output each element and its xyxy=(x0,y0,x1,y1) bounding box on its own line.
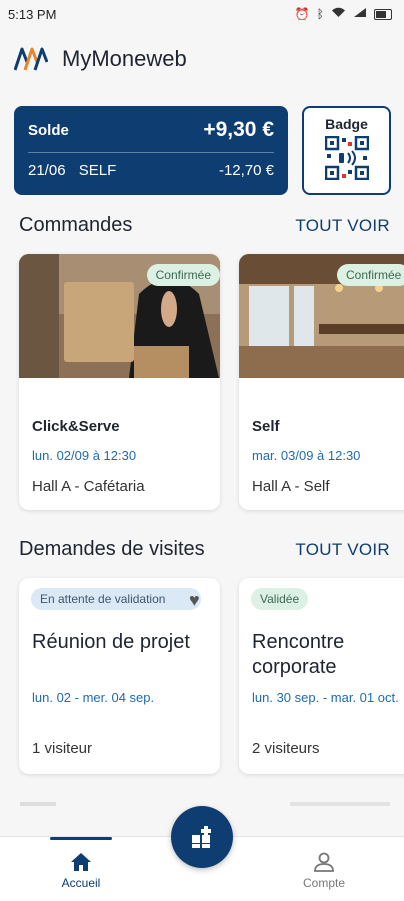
heart-icon[interactable]: ♥ xyxy=(189,590,200,611)
bluetooth-icon: ᛒ xyxy=(316,7,324,21)
order-status-badge: Confirmée xyxy=(337,264,404,286)
visits-see-all-link[interactable]: TOUT VOIR xyxy=(295,540,390,560)
orders-section-title: Commandes xyxy=(19,214,133,236)
nav-account-label: Compte xyxy=(302,876,346,890)
visit-status-badge: Validée xyxy=(251,588,309,610)
app-header: MyMoneweb xyxy=(14,46,187,72)
nav-home-label: Accueil xyxy=(61,876,101,890)
order-photo: Confirmée xyxy=(239,254,404,378)
nav-active-indicator xyxy=(50,837,112,840)
wifi-icon xyxy=(331,7,346,21)
status-bar: 5:13 PM ⏰ ᛒ xyxy=(0,0,404,28)
last-transaction-date: 21/06 xyxy=(28,162,66,179)
add-widget-icon xyxy=(192,826,211,848)
order-place: Hall A - Self xyxy=(252,478,330,495)
last-transaction-label: SELF xyxy=(78,162,117,179)
order-date: lun. 02/09 à 12:30 xyxy=(32,448,137,463)
visit-title: Rencontre corporate xyxy=(252,631,345,678)
visits-section-title: Demandes de visites xyxy=(19,538,205,560)
orders-see-all-link[interactable]: TOUT VOIR xyxy=(295,216,390,236)
status-icons: ⏰ ᛒ xyxy=(295,7,392,21)
nav-item-account[interactable]: Compte xyxy=(274,837,374,890)
home-icon xyxy=(71,853,91,871)
visit-title: Réunion de projet xyxy=(32,631,190,653)
badge-button[interactable]: Badge xyxy=(302,106,391,195)
order-card[interactable]: Confirmée Self mar. 03/09 à 12:30 Hall A… xyxy=(239,254,404,510)
battery-icon xyxy=(374,8,392,20)
visit-date: lun. 02 - mer. 04 sep. xyxy=(32,690,155,705)
visit-status-badge: En attente de validation xyxy=(31,588,201,610)
signal-icon xyxy=(353,7,367,21)
alarm-icon: ⏰ xyxy=(294,7,310,21)
qr-nfc-icon xyxy=(324,135,369,181)
badge-label: Badge xyxy=(325,116,368,132)
visit-date: lun. 30 sep. - mar. 01 oct. xyxy=(252,690,399,705)
order-card[interactable]: Confirmée Click&Serve lun. 02/09 à 12:30… xyxy=(19,254,220,510)
balance-divider xyxy=(28,152,274,153)
visit-count: 1 visiteur xyxy=(32,740,93,757)
order-status-badge: Confirmée xyxy=(146,264,220,286)
order-date: mar. 03/09 à 12:30 xyxy=(252,448,361,463)
user-icon xyxy=(314,852,334,872)
balance-label: Solde xyxy=(28,121,69,139)
dashboard-fab-button[interactable] xyxy=(171,806,233,868)
balance-amount: +9,30 € xyxy=(203,118,274,141)
order-photo: Confirmée xyxy=(19,254,220,378)
app-logo-icon xyxy=(14,47,48,71)
visit-card[interactable]: Validée Rencontre corporate lun. 30 sep.… xyxy=(239,578,404,774)
order-place: Hall A - Cafétaria xyxy=(32,478,145,495)
visit-count: 2 visiteurs xyxy=(252,740,320,757)
order-name: Click&Serve xyxy=(32,418,120,435)
visit-card[interactable]: En attente de validation ♥ Réunion de pr… xyxy=(19,578,220,774)
order-name: Self xyxy=(252,418,280,435)
app-title: MyMoneweb xyxy=(62,46,187,71)
last-transaction-amount: -12,70 € xyxy=(218,162,274,179)
nav-item-home[interactable]: Accueil xyxy=(31,837,131,890)
status-time: 5:13 PM xyxy=(8,6,57,22)
balance-card[interactable]: Solde +9,30 € 21/06 SELF -12,70 € xyxy=(14,106,288,195)
